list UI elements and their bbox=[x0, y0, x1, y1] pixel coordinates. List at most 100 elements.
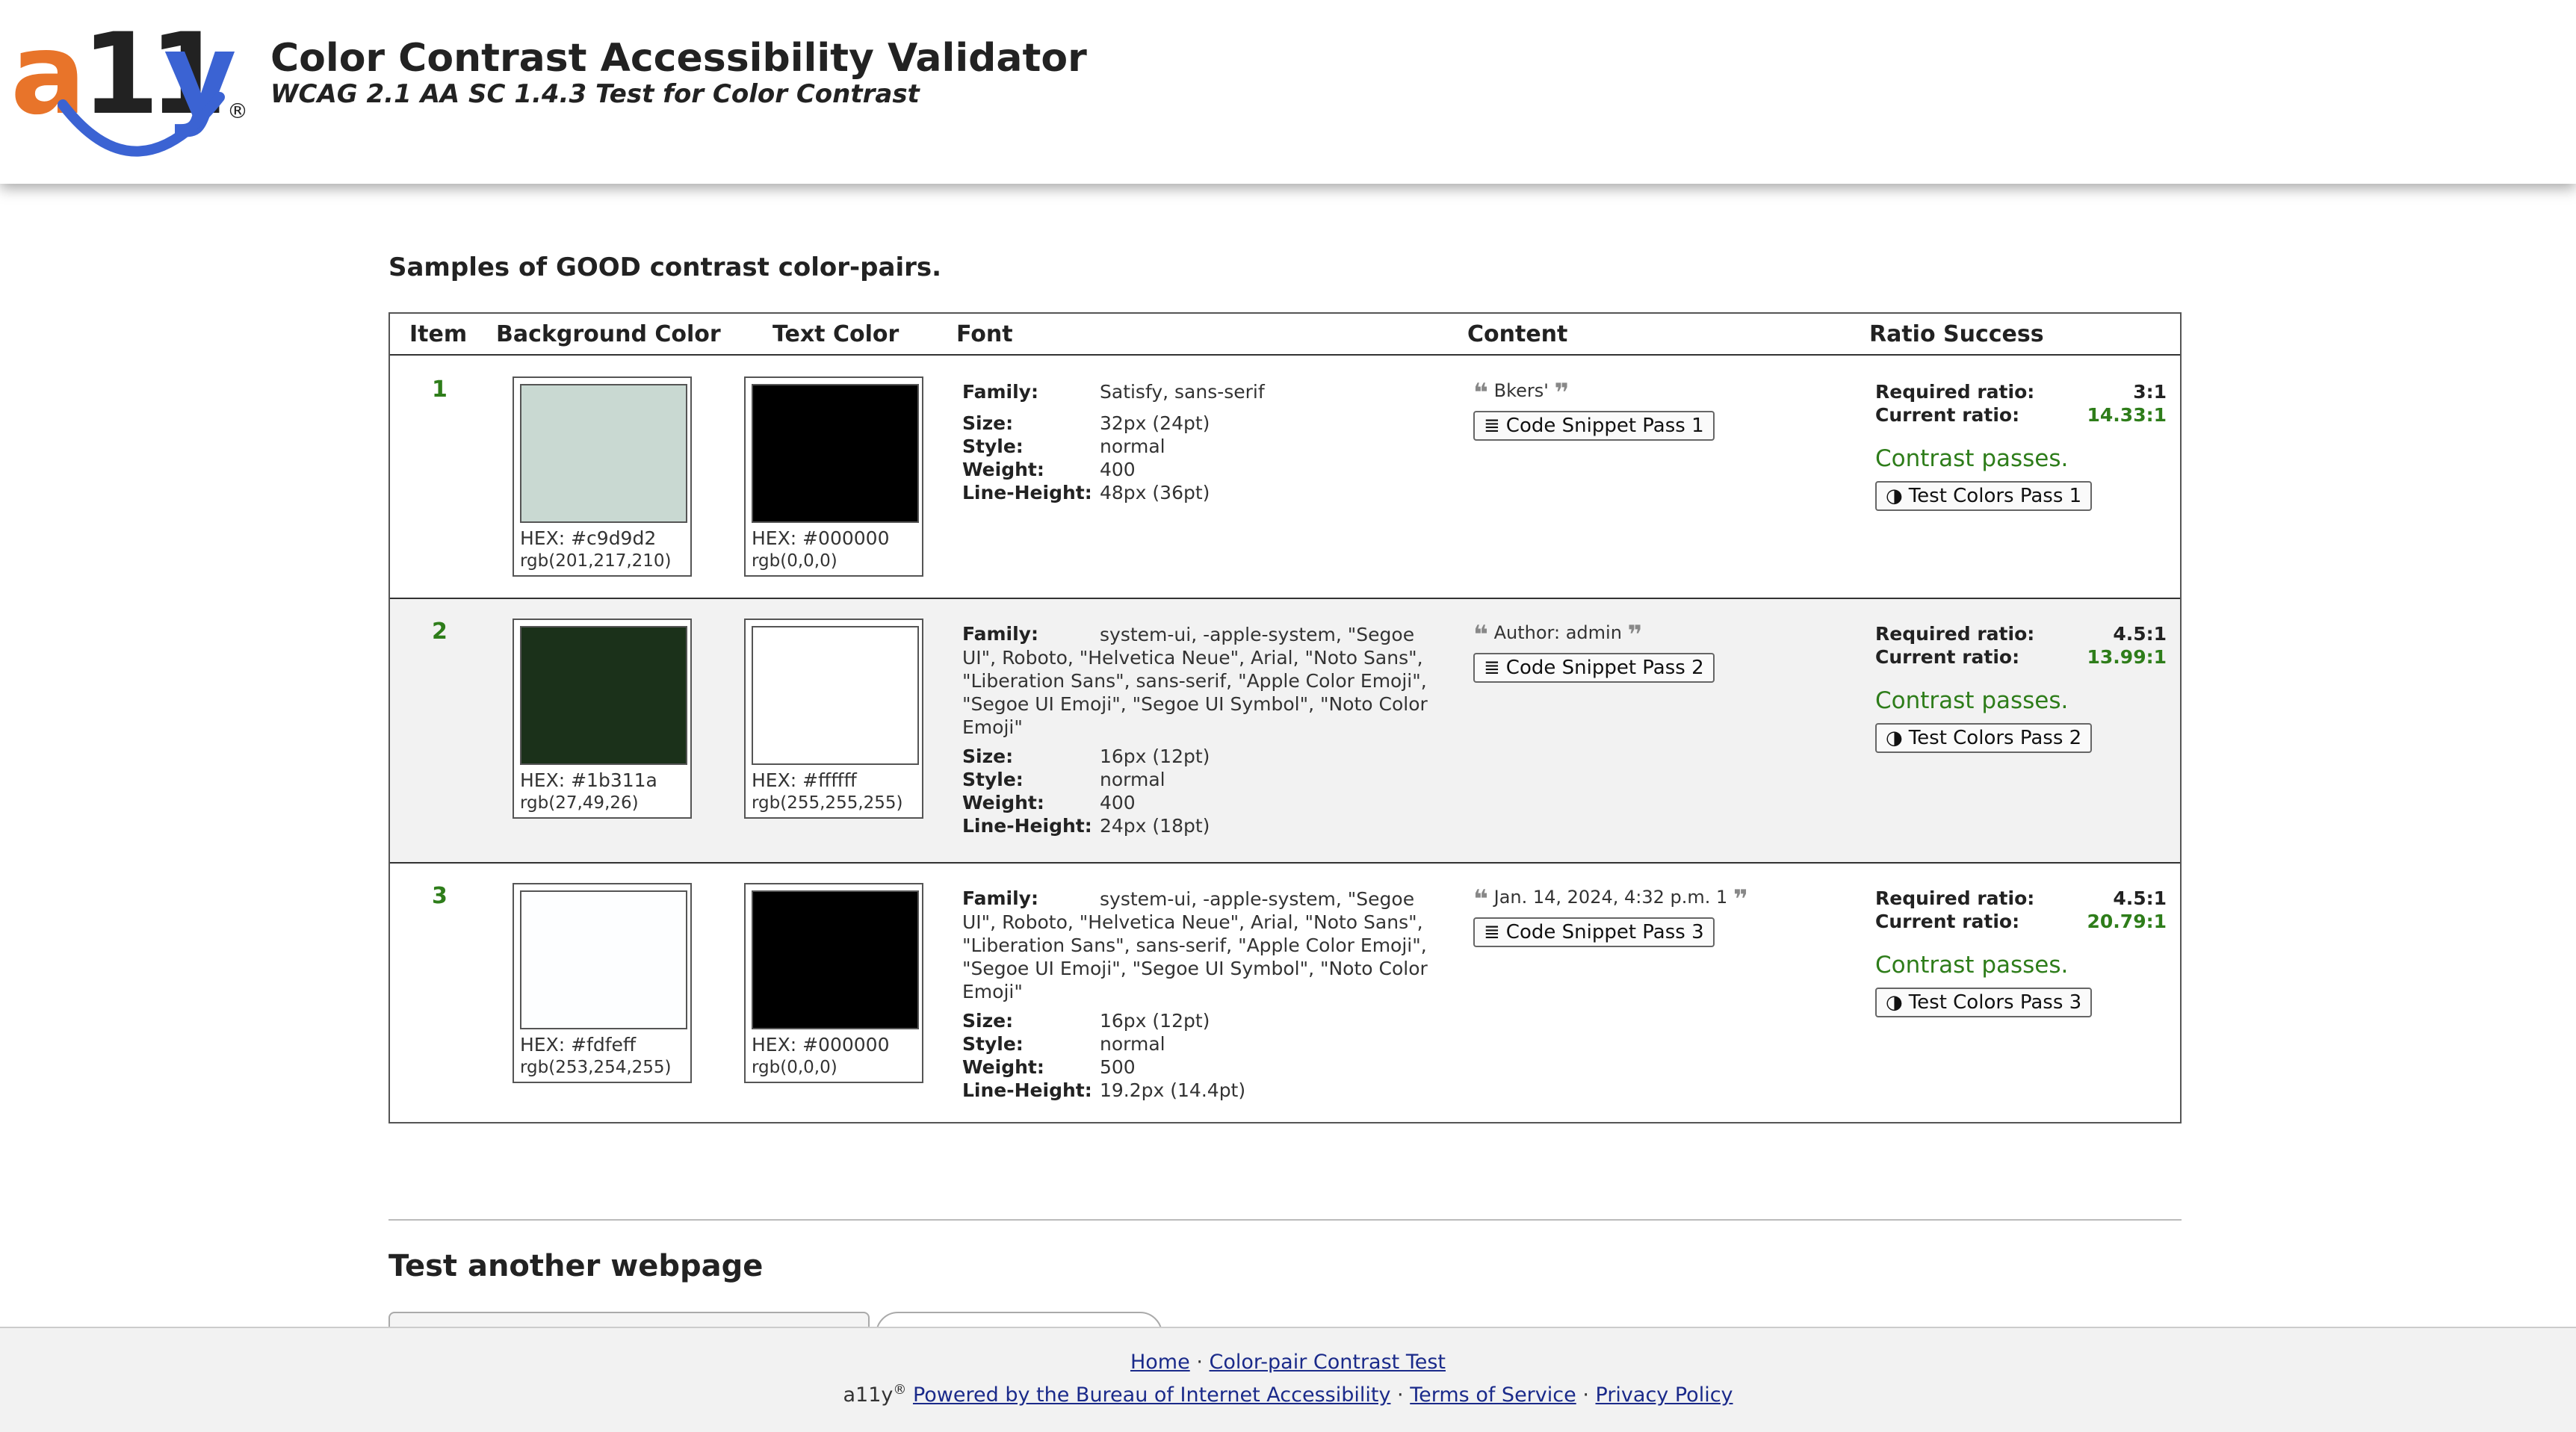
background-color-swatch bbox=[520, 384, 687, 523]
font-style-label: Style: bbox=[962, 436, 1024, 457]
font-family-value: system-ui, -apple-system, "Segoe UI", Ro… bbox=[962, 888, 1428, 1002]
footer-separator: · bbox=[1397, 1383, 1404, 1407]
font-family-value: system-ui, -apple-system, "Segoe UI", Ro… bbox=[962, 624, 1428, 738]
quote-close-icon: ❞ bbox=[1733, 884, 1748, 914]
font-style-value: normal bbox=[1100, 436, 1165, 457]
contrast-status: Contrast passes. bbox=[1875, 952, 2069, 979]
snippet-icon: ≣ bbox=[1484, 921, 1500, 943]
quote-close-icon: ❞ bbox=[1627, 620, 1643, 650]
font-style-value: normal bbox=[1100, 1033, 1165, 1055]
logo-swoosh-icon bbox=[58, 92, 225, 157]
test-colors-label: Test Colors Pass 3 bbox=[1908, 991, 2082, 1014]
footer-separator: · bbox=[1582, 1383, 1589, 1407]
table-header: Item Background Color Text Color Font Co… bbox=[390, 314, 2180, 356]
logo-registered-mark: ® bbox=[227, 99, 248, 123]
font-size-value: 32px (24pt) bbox=[1100, 412, 1210, 434]
table-row: 3 HEX: #fdfeff rgb(253,254,255) HEX: #00… bbox=[390, 862, 2180, 1123]
footer-link-terms[interactable]: Terms of Service bbox=[1410, 1383, 1576, 1407]
font-weight-value: 400 bbox=[1100, 459, 1136, 480]
background-rgb: rgb(27,49,26) bbox=[520, 793, 639, 813]
snippet-icon: ≣ bbox=[1484, 415, 1500, 437]
test-another-title: Test another webpage bbox=[388, 1249, 764, 1283]
item-number: 1 bbox=[432, 376, 448, 403]
required-ratio-value: 4.5:1 bbox=[2113, 623, 2167, 645]
test-colors-button[interactable]: ◑ Test Colors Pass 3 bbox=[1875, 988, 2093, 1017]
site-header: a 11 y ® Color Contrast Accessibility Va… bbox=[0, 0, 2576, 184]
footer-separator: · bbox=[1196, 1351, 1203, 1374]
code-snippet-button[interactable]: ≣ Code Snippet Pass 2 bbox=[1473, 653, 1715, 683]
page-subtitle: WCAG 2.1 AA SC 1.4.3 Test for Color Cont… bbox=[270, 79, 920, 109]
background-swatch-card: HEX: #c9d9d2 rgb(201,217,210) bbox=[513, 376, 692, 577]
current-ratio-value: 20.79:1 bbox=[2087, 911, 2167, 932]
footer-link-privacy[interactable]: Privacy Policy bbox=[1596, 1383, 1733, 1407]
font-family-value: Satisfy, sans-serif bbox=[1100, 381, 1265, 403]
footer-credits: a11y® Powered by the Bureau of Internet … bbox=[0, 1382, 2576, 1407]
snippet-icon: ≣ bbox=[1484, 657, 1500, 679]
header-text-color: Text Color bbox=[773, 321, 900, 347]
required-ratio-label: Required ratio: bbox=[1875, 623, 2035, 645]
quote-close-icon: ❞ bbox=[1554, 378, 1570, 408]
test-colors-button[interactable]: ◑ Test Colors Pass 1 bbox=[1875, 481, 2093, 511]
contrast-status: Contrast passes. bbox=[1875, 687, 2069, 714]
line-height-label: Line-Height: bbox=[962, 1079, 1092, 1101]
font-style-value: normal bbox=[1100, 769, 1165, 790]
contrast-status: Contrast passes. bbox=[1875, 445, 2069, 472]
footer-link-home[interactable]: Home bbox=[1130, 1351, 1190, 1374]
footer-nav: Home · Color-pair Contrast Test bbox=[0, 1351, 2576, 1374]
contrast-icon: ◑ bbox=[1886, 991, 1903, 1014]
text-rgb: rgb(0,0,0) bbox=[752, 551, 837, 571]
test-colors-button[interactable]: ◑ Test Colors Pass 2 bbox=[1875, 723, 2093, 753]
text-color-swatch bbox=[752, 890, 919, 1029]
item-number: 2 bbox=[432, 619, 448, 645]
content-quote: ❝ Author: admin ❞ bbox=[1473, 620, 1643, 650]
contrast-icon: ◑ bbox=[1886, 485, 1903, 507]
text-hex: HEX: #000000 bbox=[752, 1034, 890, 1056]
line-height-value: 19.2px (14.4pt) bbox=[1100, 1079, 1246, 1101]
background-swatch-card: HEX: #fdfeff rgb(253,254,255) bbox=[513, 883, 692, 1083]
content-text: Bkers' bbox=[1493, 380, 1549, 401]
font-weight-value: 400 bbox=[1100, 792, 1136, 813]
test-colors-label: Test Colors Pass 2 bbox=[1908, 727, 2082, 749]
text-swatch-card: HEX: #ffffff rgb(255,255,255) bbox=[744, 619, 923, 819]
a11y-logo[interactable]: a 11 y ® bbox=[10, 15, 248, 164]
content-text: Author: admin bbox=[1493, 622, 1622, 643]
text-rgb: rgb(0,0,0) bbox=[752, 1058, 837, 1077]
table-row: 2 HEX: #1b311a rgb(27,49,26) HEX: #fffff… bbox=[390, 598, 2180, 862]
header-font: Font bbox=[956, 321, 1013, 347]
font-style-label: Style: bbox=[962, 1033, 1024, 1055]
background-swatch-card: HEX: #1b311a rgb(27,49,26) bbox=[513, 619, 692, 819]
footer-link-powered-by[interactable]: Powered by the Bureau of Internet Access… bbox=[913, 1383, 1391, 1407]
footer-link-color-pair-test[interactable]: Color-pair Contrast Test bbox=[1210, 1351, 1446, 1374]
required-ratio-label: Required ratio: bbox=[1875, 381, 2035, 403]
current-ratio-value: 14.33:1 bbox=[2087, 404, 2167, 426]
page-title: Color Contrast Accessibility Validator bbox=[270, 36, 1087, 81]
content-quote: ❝ Jan. 14, 2024, 4:32 p.m. 1 ❞ bbox=[1473, 884, 1748, 914]
header-item: Item bbox=[409, 321, 468, 347]
text-swatch-card: HEX: #000000 rgb(0,0,0) bbox=[744, 883, 923, 1083]
quote-open-icon: ❝ bbox=[1473, 620, 1488, 650]
content-quote: ❝ Bkers' ❞ bbox=[1473, 378, 1569, 408]
background-hex: HEX: #1b311a bbox=[520, 769, 657, 791]
background-hex: HEX: #fdfeff bbox=[520, 1034, 637, 1056]
background-color-swatch bbox=[520, 626, 687, 765]
code-snippet-button[interactable]: ≣ Code Snippet Pass 1 bbox=[1473, 411, 1715, 441]
line-height-value: 48px (36pt) bbox=[1100, 482, 1210, 503]
results-table: Item Background Color Text Color Font Co… bbox=[388, 312, 2182, 1123]
test-colors-label: Test Colors Pass 1 bbox=[1908, 485, 2082, 507]
font-weight-label: Weight: bbox=[962, 1056, 1044, 1078]
text-color-swatch bbox=[752, 626, 919, 765]
text-swatch-card: HEX: #000000 rgb(0,0,0) bbox=[744, 376, 923, 577]
current-ratio-label: Current ratio: bbox=[1875, 404, 2020, 426]
line-height-label: Line-Height: bbox=[962, 482, 1092, 503]
code-snippet-button[interactable]: ≣ Code Snippet Pass 3 bbox=[1473, 917, 1715, 947]
header-ratio-success: Ratio Success bbox=[1869, 321, 2044, 347]
contrast-icon: ◑ bbox=[1886, 727, 1903, 749]
font-weight-label: Weight: bbox=[962, 792, 1044, 813]
background-rgb: rgb(253,254,255) bbox=[520, 1058, 672, 1077]
quote-open-icon: ❝ bbox=[1473, 884, 1488, 914]
quote-open-icon: ❝ bbox=[1473, 378, 1488, 408]
code-snippet-label: Code Snippet Pass 2 bbox=[1505, 657, 1704, 679]
text-color-swatch bbox=[752, 384, 919, 523]
font-weight-value: 500 bbox=[1100, 1056, 1136, 1078]
background-color-swatch bbox=[520, 890, 687, 1029]
